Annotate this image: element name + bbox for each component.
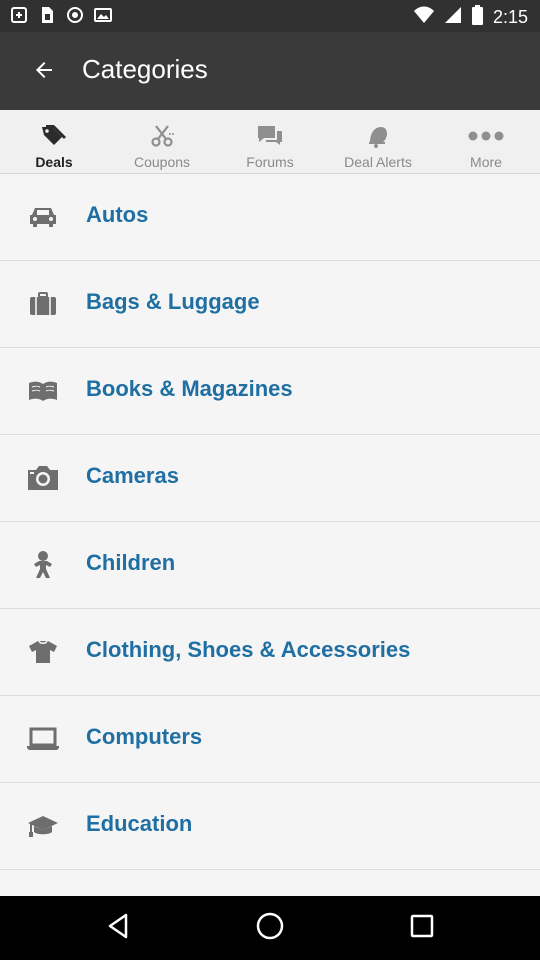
system-status: 2:15 (413, 5, 528, 30)
tab-label: Deal Alerts (344, 154, 412, 170)
category-item-partial[interactable] (0, 870, 540, 896)
tab-forums[interactable]: Forums (216, 110, 324, 174)
tab-label: Coupons (133, 154, 191, 170)
photo-notification-icon (94, 6, 112, 24)
tab-coupons[interactable]: Coupons (108, 110, 216, 174)
tab-more[interactable]: More (432, 110, 540, 174)
category-item-children[interactable]: Children (0, 522, 540, 609)
wifi-icon (413, 6, 434, 29)
category-item-autos[interactable]: Autos (0, 174, 540, 261)
navigation-bar (0, 896, 540, 960)
category-item-computers[interactable]: Computers (0, 696, 540, 783)
category-label: Bags & Luggage (86, 289, 260, 314)
category-label: Computers (86, 724, 203, 749)
shirt-icon (26, 637, 60, 667)
arrow-left-icon (32, 58, 56, 87)
tab-label: Forums (246, 154, 294, 170)
notification-round-icon (66, 6, 84, 24)
chat-icon (256, 124, 284, 148)
page-title: Categories (82, 54, 208, 84)
back-button[interactable] (24, 52, 64, 92)
notification-icons (10, 6, 112, 24)
back-nav-button[interactable] (98, 910, 138, 946)
category-label: Autos (86, 202, 149, 227)
car-icon (26, 202, 60, 232)
signal-icon (444, 6, 462, 29)
category-label: Books & Magazines (86, 376, 293, 401)
home-nav-button[interactable] (250, 910, 290, 946)
square-recents-icon (409, 913, 435, 944)
graduation-cap-icon (26, 811, 60, 841)
camera-icon (26, 463, 60, 493)
category-label: Education (86, 811, 193, 836)
category-label: Clothing, Shoes & Accessories (86, 637, 411, 662)
category-item-cameras[interactable]: Cameras (0, 435, 540, 522)
briefcase-icon (26, 289, 60, 319)
category-item-education[interactable]: Education (0, 783, 540, 870)
circle-home-icon (255, 911, 285, 946)
triangle-back-icon (106, 912, 130, 945)
laptop-icon (26, 724, 60, 754)
status-bar: 2:15 (0, 0, 540, 32)
tab-label: More (470, 154, 502, 170)
category-label: Children (86, 550, 176, 575)
bell-icon (365, 124, 391, 148)
clock: 2:15 (492, 7, 528, 27)
recents-nav-button[interactable] (402, 910, 442, 946)
sim-icon (38, 6, 56, 24)
notification-square-icon (10, 6, 28, 24)
child-icon (26, 550, 60, 580)
category-label: Cameras (86, 463, 179, 488)
tab-deal-alerts[interactable]: Deal Alerts (324, 110, 432, 174)
category-item-books-magazines[interactable]: Books & Magazines (0, 348, 540, 435)
category-item-bags-luggage[interactable]: Bags & Luggage (0, 261, 540, 348)
tab-deals[interactable]: Deals (0, 110, 108, 174)
category-item-clothing[interactable]: Clothing, Shoes & Accessories (0, 609, 540, 696)
tab-label: Deals (35, 154, 73, 170)
tab-bar: Deals Coupons Forums Deal Alerts More (0, 110, 540, 174)
more-icon (466, 124, 506, 148)
book-icon (26, 376, 60, 406)
category-list: Autos Bags & Luggage Books & Magazines C… (0, 174, 540, 896)
app-bar: Categories (0, 32, 540, 110)
scissors-icon (149, 124, 175, 148)
tag-icon (40, 124, 68, 148)
battery-icon (471, 5, 483, 30)
